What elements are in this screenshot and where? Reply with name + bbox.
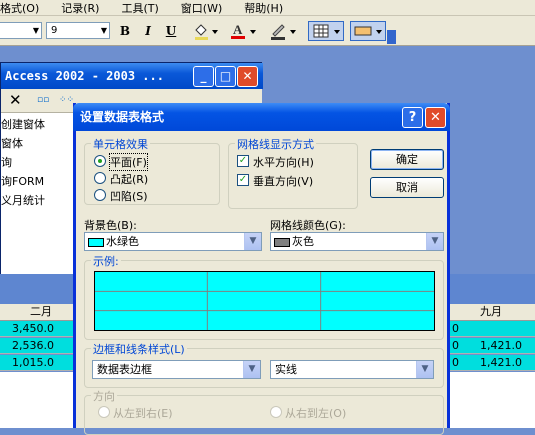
cell[interactable]: 1,421.0 — [480, 355, 522, 371]
sample-preview — [94, 271, 435, 331]
ok-button[interactable]: 确定 — [370, 149, 444, 170]
vertical-checkbox[interactable]: ✓ — [237, 174, 249, 186]
cell-effect-legend: 单元格效果 — [91, 136, 150, 152]
dialog-title-bar: 设置数据表格式 — [73, 103, 450, 131]
border-style-legend: 边框和线条样式(L) — [91, 341, 187, 357]
cell[interactable]: 0 — [452, 355, 459, 371]
border-value: 数据表边框 — [97, 363, 152, 376]
gridlines-group: 网格线显示方式 ✓ 水平方向(H) ✓ 垂直方向(V) — [228, 136, 358, 209]
font-size-value: 9 — [51, 25, 58, 36]
direction-legend: 方向 — [91, 388, 117, 404]
help-button[interactable]: ? — [402, 107, 423, 128]
raised-label[interactable]: 凸起(R) — [110, 171, 148, 187]
line-style-value: 实线 — [275, 363, 297, 376]
ltr-radio[interactable] — [98, 406, 110, 418]
font-name-combo[interactable]: ▼ — [0, 22, 42, 39]
border-style-icon — [354, 26, 382, 36]
menu-bar: 格式(O) 记录(R) 工具(T) 窗口(W) 帮助(H) — [0, 0, 535, 16]
sunken-label[interactable]: 凹陷(S) — [110, 188, 148, 204]
cell[interactable]: 1,015.0 — [12, 355, 54, 371]
gridlines-legend: 网格线显示方式 — [235, 136, 316, 152]
bold-button[interactable]: B — [114, 21, 136, 41]
menu-tools[interactable]: 工具(T) — [121, 0, 158, 16]
chevron-down-icon[interactable]: ▼ — [244, 233, 261, 250]
cell[interactable]: 0 — [452, 338, 459, 354]
formatting-toolbar: ▼ 9 ▼ B I U A — [0, 16, 535, 46]
datasheet-format-dialog: 设置数据表格式 ? ✕ 单元格效果 平面(F) 凸起(R) 凹陷(S) 网格线显… — [73, 103, 450, 435]
rtl-label[interactable]: 从右到左(O) — [285, 405, 346, 421]
font-color-icon: A — [231, 22, 256, 39]
cell[interactable]: 0 — [452, 321, 459, 337]
cell[interactable]: 1,421.0 — [480, 338, 522, 354]
line-color-button[interactable] — [266, 21, 300, 41]
dialog-title: 设置数据表格式 — [80, 110, 165, 124]
aqua-swatch — [88, 237, 104, 247]
raised-radio[interactable] — [94, 172, 106, 184]
menu-help[interactable]: 帮助(H) — [244, 0, 283, 16]
border-select[interactable]: 数据表边框 ▼ — [92, 360, 261, 379]
cancel-button[interactable]: 取消 — [370, 177, 444, 198]
gray-swatch — [274, 237, 290, 247]
menu-records[interactable]: 记录(R) — [61, 0, 99, 16]
horizontal-label[interactable]: 水平方向(H) — [253, 154, 314, 170]
large-icons-icon[interactable]: ▫▫ — [37, 95, 49, 105]
grid-icon — [313, 24, 340, 38]
dialog-close-button[interactable]: ✕ — [425, 107, 446, 128]
close-button[interactable]: ✕ — [237, 66, 258, 87]
vertical-label[interactable]: 垂直方向(V) — [253, 173, 313, 189]
chevron-down-icon[interactable]: ▼ — [416, 361, 433, 378]
special-effect-button[interactable] — [350, 21, 386, 41]
underline-button[interactable]: U — [160, 21, 182, 41]
grid-color-select[interactable]: 灰色 ▼ — [270, 232, 444, 251]
paint-bucket-icon — [195, 24, 218, 40]
grid-color-value: 灰色 — [292, 235, 314, 248]
sunken-radio[interactable] — [94, 189, 106, 201]
svg-text:A: A — [233, 22, 243, 37]
chevron-down-icon: ▼ — [100, 26, 107, 35]
font-color-button[interactable]: A — [226, 21, 260, 41]
menu-window[interactable]: 窗口(W) — [181, 0, 222, 16]
toolbar-options-icon[interactable] — [387, 30, 396, 44]
delete-icon[interactable]: ✕ — [9, 91, 22, 109]
line-style-select[interactable]: 实线 ▼ — [270, 360, 434, 379]
column-header-feb[interactable]: 二月 — [30, 304, 52, 320]
cell[interactable]: 3,450.0 — [12, 321, 54, 337]
font-size-combo[interactable]: 9 ▼ — [46, 22, 110, 39]
chevron-down-icon[interactable]: ▼ — [243, 361, 260, 378]
sample-legend: 示例: — [91, 253, 121, 269]
bg-color-label: 背景色(B): — [84, 219, 137, 232]
grid-color-label: 网格线颜色(G): — [270, 219, 346, 232]
gridlines-button[interactable] — [308, 21, 344, 41]
database-window-title-text: Access 2002 - 2003 ... — [5, 69, 164, 83]
fill-color-button[interactable] — [190, 21, 220, 41]
minimize-button[interactable]: _ — [193, 66, 214, 87]
ltr-label[interactable]: 从左到右(E) — [113, 405, 173, 421]
pencil-icon — [271, 24, 296, 40]
menu-format[interactable]: 格式(O) — [0, 0, 39, 16]
small-icons-icon[interactable]: ⁘⁘ — [59, 95, 74, 105]
column-header-sep[interactable]: 九月 — [480, 304, 502, 320]
flat-radio[interactable] — [94, 155, 106, 167]
italic-button[interactable]: I — [137, 21, 159, 41]
horizontal-checkbox[interactable]: ✓ — [237, 155, 249, 167]
maximize-button[interactable]: □ — [215, 66, 236, 87]
bg-color-value: 水绿色 — [106, 235, 139, 248]
rtl-radio[interactable] — [270, 406, 282, 418]
flat-label[interactable]: 平面(F) — [109, 153, 148, 171]
bg-color-select[interactable]: 水绿色 ▼ — [84, 232, 262, 251]
chevron-down-icon[interactable]: ▼ — [426, 233, 443, 250]
cell[interactable]: 2,536.0 — [12, 338, 54, 354]
cell-effect-group: 单元格效果 平面(F) 凸起(R) 凹陷(S) — [84, 136, 220, 205]
